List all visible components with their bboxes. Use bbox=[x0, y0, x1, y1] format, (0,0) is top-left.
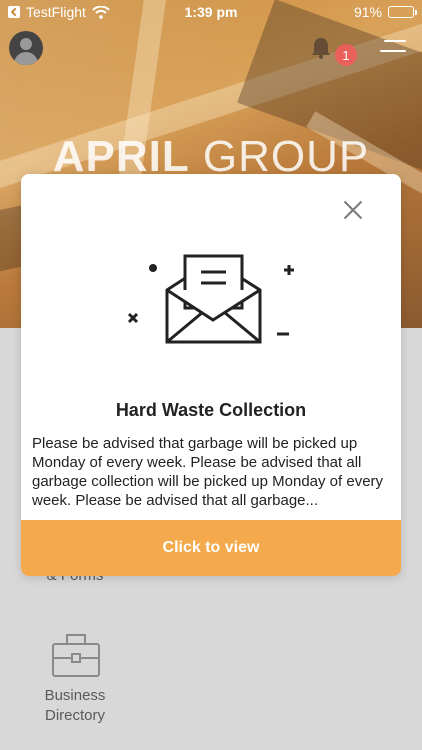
bell-icon[interactable] bbox=[309, 36, 333, 60]
click-to-view-button[interactable]: Click to view bbox=[21, 520, 401, 576]
status-bar: TestFlight 1:39 pm 91% bbox=[0, 0, 422, 24]
briefcase-icon[interactable] bbox=[50, 632, 102, 680]
back-app-label[interactable]: TestFlight bbox=[26, 4, 86, 20]
hamburger-menu-icon[interactable] bbox=[378, 40, 406, 56]
announcement-modal: Hard Waste Collection Please be advised … bbox=[21, 174, 401, 576]
modal-body-text: Please be advised that garbage will be p… bbox=[32, 435, 384, 509]
back-arrow-icon[interactable] bbox=[8, 6, 20, 18]
profile-avatar-icon[interactable] bbox=[9, 31, 43, 65]
business-directory-label[interactable]: Business Directory bbox=[20, 686, 130, 726]
notification-badge[interactable]: 1 bbox=[335, 44, 357, 66]
battery-icon bbox=[388, 6, 417, 18]
wifi-icon bbox=[92, 5, 110, 19]
close-icon[interactable] bbox=[341, 198, 365, 222]
modal-title: Hard Waste Collection bbox=[115, 400, 307, 420]
open-envelope-icon bbox=[127, 254, 294, 344]
status-time: 1:39 pm bbox=[184, 4, 238, 20]
battery-percent: 91% bbox=[353, 4, 382, 20]
